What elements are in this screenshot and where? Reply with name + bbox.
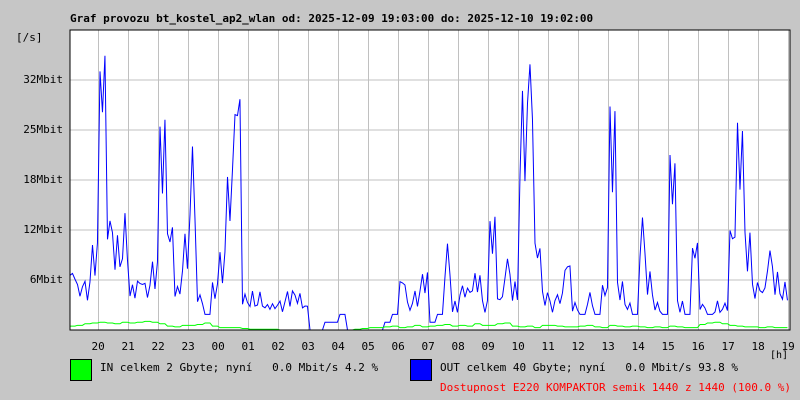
x-tick-label: 14 — [631, 340, 645, 353]
x-tick-label: 17 — [721, 340, 735, 353]
x-tick-label: 06 — [391, 340, 405, 353]
x-tick-label: 12 — [571, 340, 585, 353]
legend-out-text: OUT celkem 40 Gbyte; nyní 0.0 Mbit/s 93.… — [440, 361, 739, 374]
x-tick-label: 21 — [121, 340, 135, 353]
legend-swatch-in — [70, 359, 92, 381]
x-tick-label: 15 — [661, 340, 675, 353]
y-tick-label: 32Mbit — [23, 73, 63, 86]
x-tick-label: 07 — [421, 340, 435, 353]
x-tick-label: 03 — [301, 340, 315, 353]
x-tick-label: 04 — [331, 340, 345, 353]
x-tick-label: 00 — [211, 340, 225, 353]
x-tick-label: 01 — [241, 340, 255, 353]
x-tick-label: 18 — [751, 340, 765, 353]
y-tick-label: 25Mbit — [23, 123, 63, 136]
x-tick-label: 16 — [691, 340, 705, 353]
x-tick-label: 20 — [91, 340, 105, 353]
y-tick-label: 12Mbit — [23, 223, 63, 236]
legend-in-text: IN celkem 2 Gbyte; nyní 0.0 Mbit/s 4.2 % — [100, 361, 379, 374]
x-tick-label: 22 — [151, 340, 165, 353]
y-tick-label: 18Mbit — [23, 173, 63, 186]
x-tick-label: 13 — [601, 340, 615, 353]
x-tick-label: 09 — [481, 340, 495, 353]
x-tick-label: 19 — [781, 340, 795, 353]
x-tick-label: 05 — [361, 340, 375, 353]
y-tick-label: 6Mbit — [29, 273, 63, 286]
x-tick-label: 11 — [541, 340, 555, 353]
x-tick-label: 23 — [181, 340, 195, 353]
x-tick-label: 02 — [271, 340, 285, 353]
x-tick-label: 10 — [511, 340, 525, 353]
availability-text: Dostupnost E220 KOMPAKTOR semik 1440 z 1… — [440, 381, 791, 394]
x-tick-label: 08 — [451, 340, 465, 353]
legend-swatch-out — [410, 359, 432, 381]
